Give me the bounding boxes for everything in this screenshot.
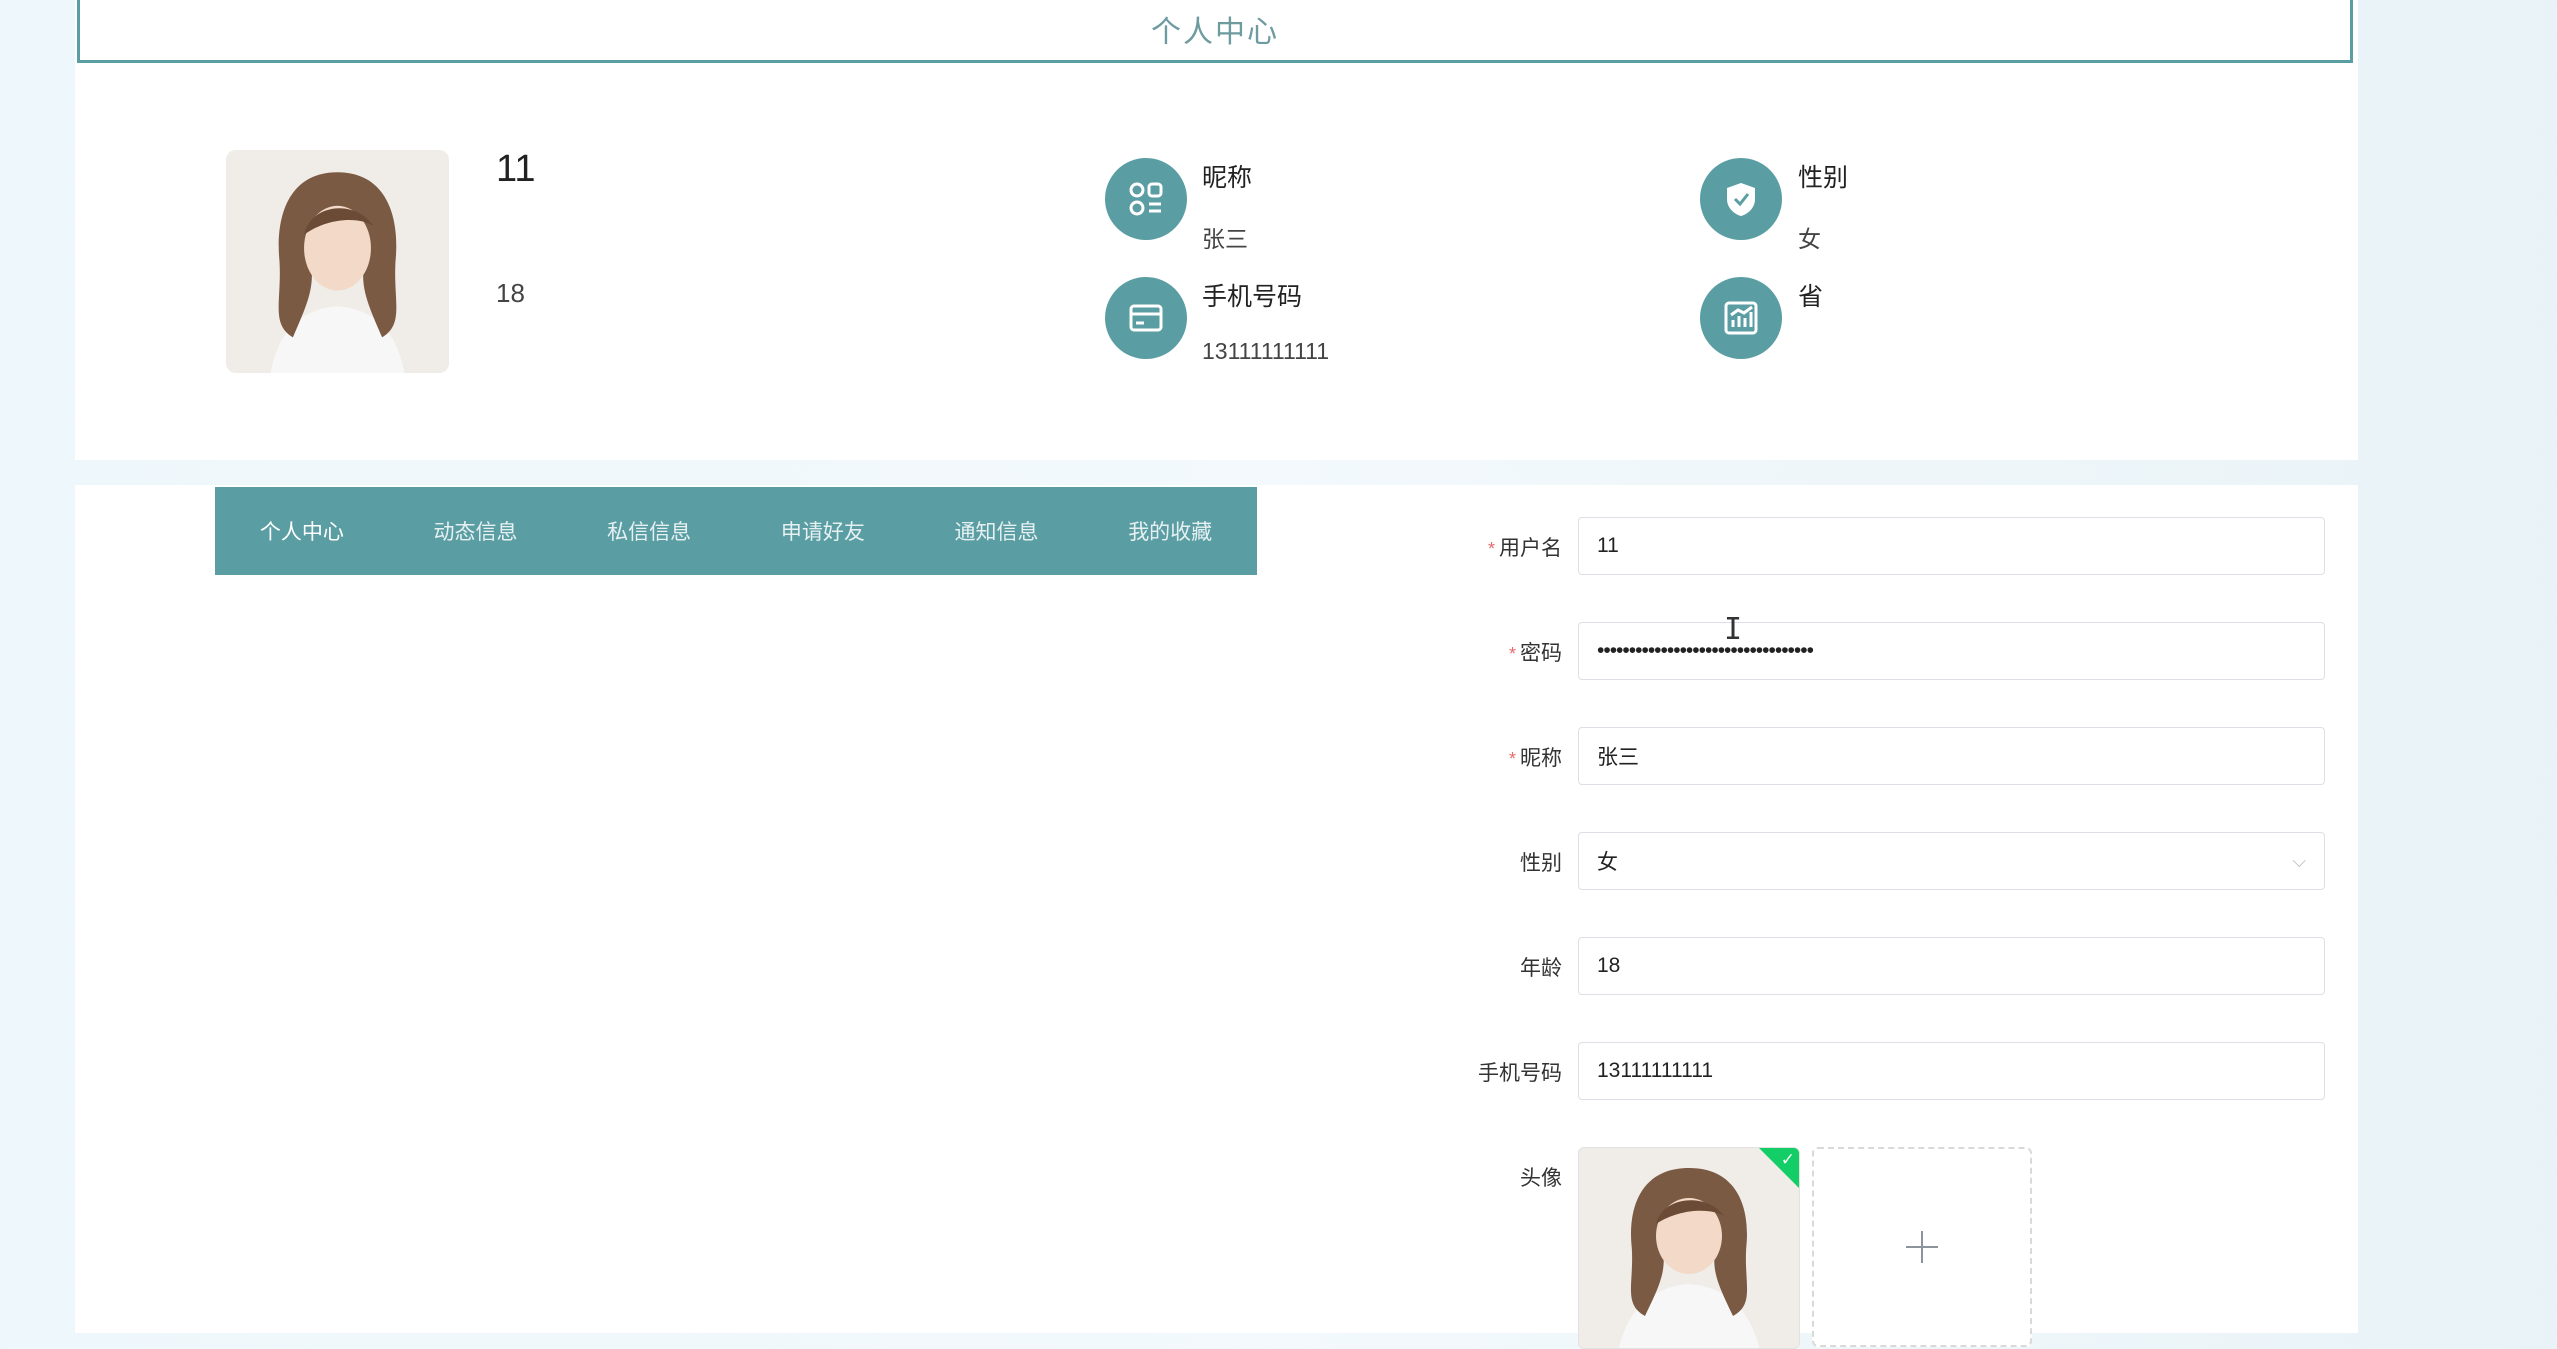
avatar-label: 头像: [1520, 1167, 1562, 1190]
gender-label: 性别: [1520, 852, 1562, 875]
plus-icon: [1906, 1231, 1938, 1263]
nickname-input[interactable]: [1578, 727, 2325, 785]
gender-selected-value: 女: [1597, 851, 1618, 874]
required-mark: *: [1487, 539, 1495, 559]
tab-friend-requests[interactable]: 申请好友: [736, 516, 910, 546]
tab-bar: 个人中心 动态信息 私信信息 申请好友 通知信息 我的收藏: [215, 487, 1257, 575]
username-label: * 用户名: [1487, 537, 1562, 560]
info-label-nickname: 昵称: [1202, 164, 1253, 192]
chevron-down-icon: ⌵: [2292, 850, 2306, 871]
phone-input[interactable]: [1578, 1042, 2325, 1100]
required-mark: *: [1508, 644, 1516, 664]
info-label-phone: 手机号码: [1202, 283, 1303, 311]
shield-icon: [1700, 158, 1782, 240]
uploaded-avatar[interactable]: ✓: [1578, 1147, 1800, 1349]
info-label-gender: 性别: [1798, 164, 1849, 192]
profile-avatar: [226, 150, 449, 373]
apps-icon: [1105, 158, 1187, 240]
info-value-nickname: 张三: [1202, 226, 1248, 252]
gender-select[interactable]: 女 ⌵: [1578, 832, 2325, 890]
check-icon: ✓: [1780, 1150, 1795, 1169]
profile-age: 18: [496, 278, 525, 308]
age-label: 年龄: [1520, 957, 1562, 980]
password-input[interactable]: ••••••••••••••••••••••••••••••••••: [1578, 622, 2325, 680]
required-mark: *: [1508, 749, 1516, 769]
info-label-province: 省: [1798, 283, 1824, 311]
phone-label: 手机号码: [1478, 1062, 1562, 1085]
info-value-phone: 13111111111: [1202, 338, 1330, 364]
tab-notifications[interactable]: 通知信息: [910, 516, 1084, 546]
chart-icon: [1700, 277, 1782, 359]
tab-private-messages[interactable]: 私信信息: [562, 516, 736, 546]
password-label: * 密码: [1508, 642, 1562, 665]
tab-dynamic-info[interactable]: 动态信息: [389, 516, 563, 546]
age-input[interactable]: [1578, 937, 2325, 995]
tab-my-favorites[interactable]: 我的收藏: [1083, 516, 1257, 546]
info-value-gender: 女: [1798, 226, 1821, 252]
username-input[interactable]: [1578, 517, 2325, 575]
nickname-label: * 昵称: [1508, 747, 1562, 770]
card-icon: [1105, 277, 1187, 359]
profile-username: 11: [496, 148, 536, 190]
page-title: 个人中心: [77, 0, 2353, 63]
tab-personal-center[interactable]: 个人中心: [215, 516, 389, 546]
text-cursor-icon: I: [1724, 612, 1743, 647]
upload-button[interactable]: [1812, 1147, 2032, 1347]
